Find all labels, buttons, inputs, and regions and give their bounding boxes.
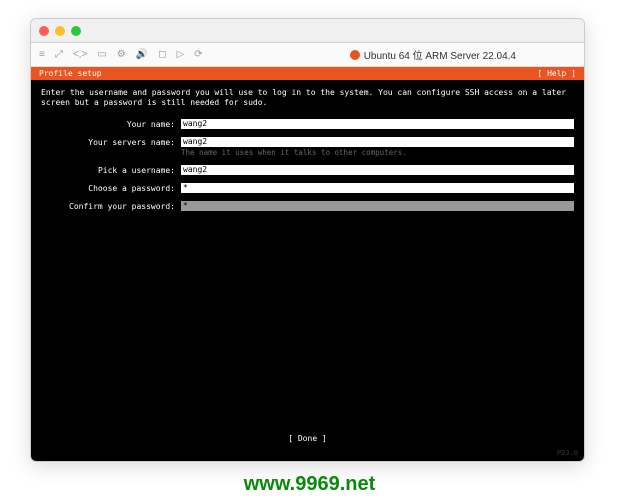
watermark: www.9969.net [244,473,376,496]
name-label: Your name: [41,119,181,129]
name-row: Your name: wang2 [41,119,574,129]
play-icon[interactable]: ▷ [177,49,185,60]
username-input[interactable]: wang2 [181,165,574,175]
titlebar [31,19,584,43]
header-title: Profile setup [39,69,102,78]
confirm-row: Confirm your password: * [41,201,574,211]
password-label: Choose a password: [41,183,181,193]
traffic-lights [39,26,81,36]
gear-icon[interactable]: ⚙ [117,49,126,60]
installer-header: Profile setup [ Help ] [31,67,584,80]
password-row: Choose a password: * [41,183,574,193]
vm-watermark: PD3.0 [557,449,578,457]
vm-title: Ubuntu 64 位 ARM Server 22.04.4 [350,47,516,62]
footer: [ Done ] [31,434,584,443]
password-input[interactable]: * [181,183,574,193]
username-row: Pick a username: wang2 [41,165,574,175]
server-label: Your servers name: [41,137,181,147]
done-button[interactable]: [ Done ] [288,434,327,443]
username-label: Pick a username: [41,165,181,175]
vm-window: ≡ ⤢ <,> ▭ ⚙ 🔊 ◻ ▷ ⟳ Ubuntu 64 位 ARM Serv… [30,18,585,462]
code-icon[interactable]: <,> [73,49,87,60]
confirm-input[interactable]: * [181,201,574,211]
confirm-label: Confirm your password: [41,201,181,211]
close-icon[interactable] [39,26,49,36]
expand-icon[interactable]: ⤢ [55,49,63,60]
server-hint: The name it uses when it talks to other … [181,148,574,157]
vm-title-text: Ubuntu 64 位 ARM Server 22.04.4 [364,47,516,62]
maximize-icon[interactable] [71,26,81,36]
camera-icon[interactable]: ◻ [158,49,166,60]
toolbar-icons: ≡ ⤢ <,> ▭ ⚙ 🔊 ◻ ▷ ⟳ [39,49,203,60]
toolbar: ≡ ⤢ <,> ▭ ⚙ 🔊 ◻ ▷ ⟳ Ubuntu 64 位 ARM Serv… [31,43,584,67]
ubuntu-icon [350,50,360,60]
content: Enter the username and password you will… [31,80,584,227]
terminal: Profile setup [ Help ] Enter the usernam… [31,67,584,461]
server-input[interactable]: wang2 [181,137,574,147]
minimize-icon[interactable] [55,26,65,36]
server-row: Your servers name: wang2 The name it use… [41,137,574,157]
window-icon[interactable]: ▭ [97,49,106,60]
help-button[interactable]: [ Help ] [537,69,576,78]
intro-text: Enter the username and password you will… [41,88,574,109]
sound-icon[interactable]: 🔊 [136,49,148,60]
name-input[interactable]: wang2 [181,119,574,129]
menu-icon[interactable]: ≡ [39,49,45,60]
refresh-icon[interactable]: ⟳ [194,49,202,60]
